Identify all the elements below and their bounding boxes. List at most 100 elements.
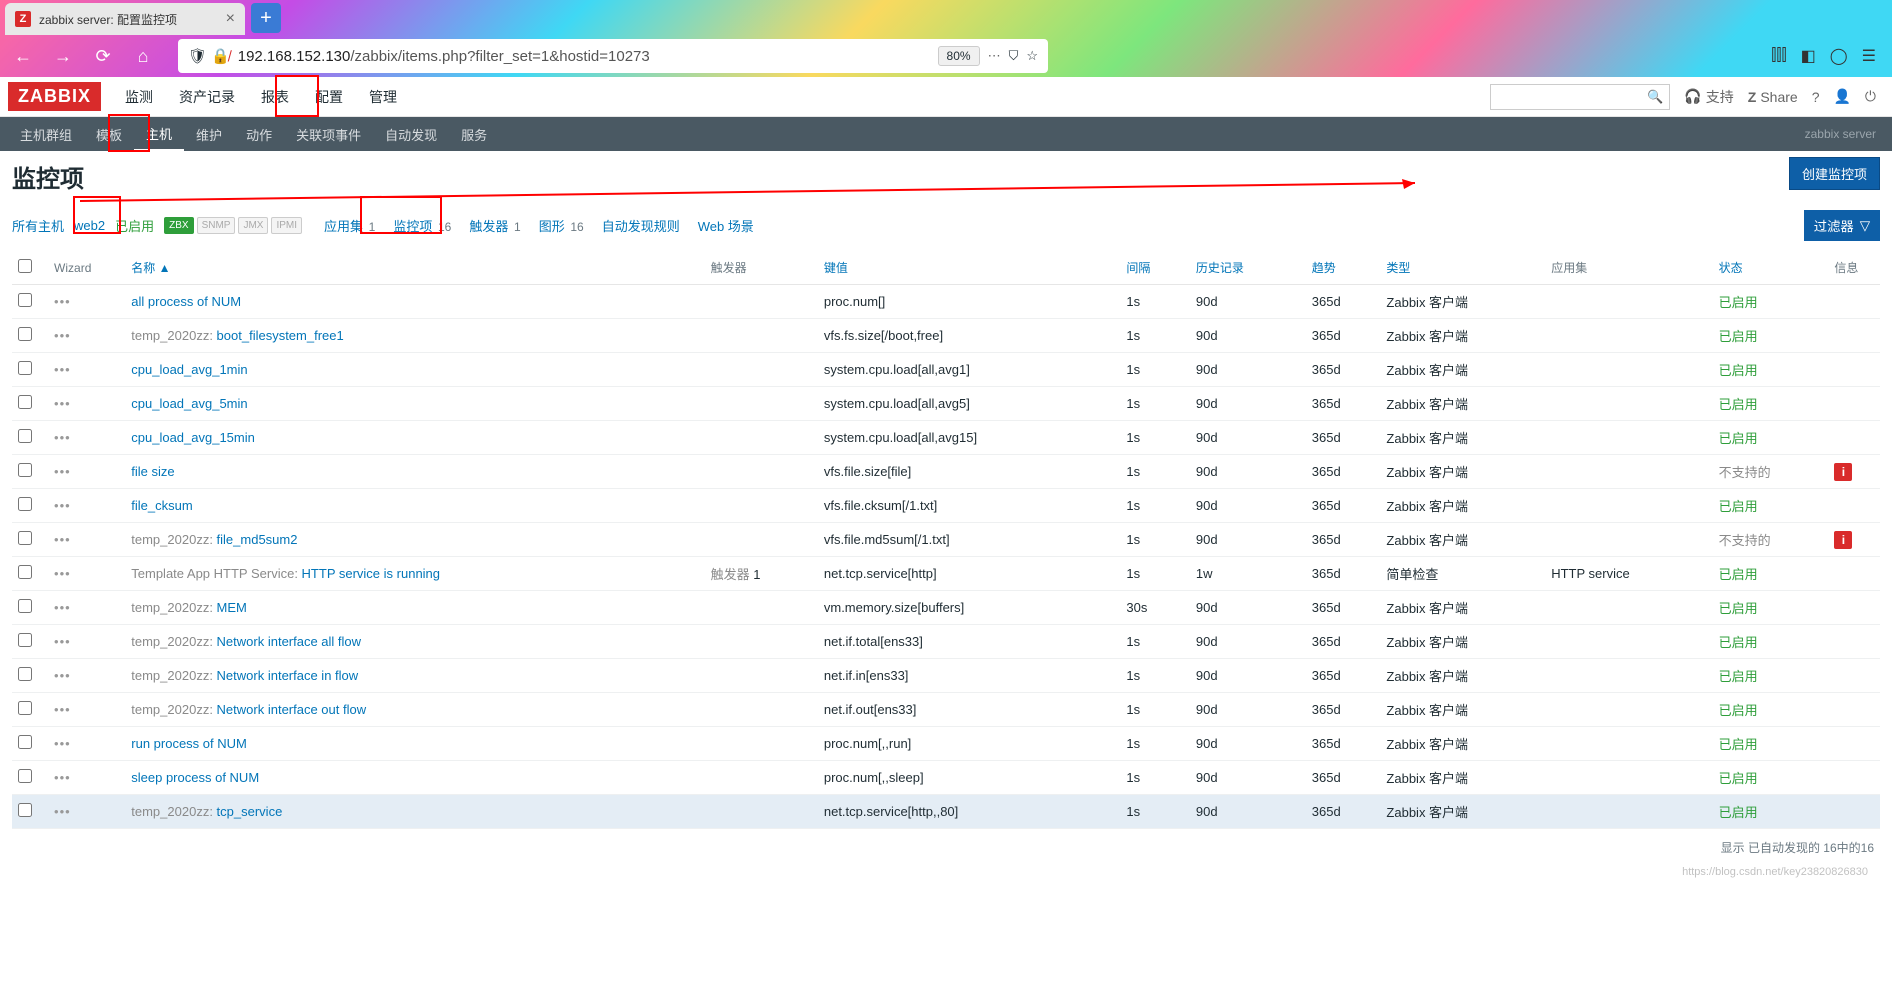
status-link[interactable]: 已启用 [1719,771,1758,786]
host-link[interactable]: web2 [74,218,105,233]
insecure-icon[interactable]: 🔒̸ [211,47,230,65]
status-link[interactable]: 已启用 [1719,295,1758,310]
back-button[interactable]: ← [8,41,38,71]
status-link[interactable]: 已启用 [1719,737,1758,752]
status-link[interactable]: 不支持的 [1719,533,1771,548]
status-link[interactable]: 已启用 [1719,431,1758,446]
item-link[interactable]: run process of NUM [131,736,247,751]
wizard-menu[interactable]: ••• [54,736,71,751]
row-checkbox[interactable] [18,395,32,409]
tab-applications[interactable]: 应用集 1 [324,216,375,235]
wizard-menu[interactable]: ••• [54,430,71,445]
shield-icon[interactable]: 🛡 [188,47,207,65]
subnav-maintenance[interactable]: 维护 [184,117,234,152]
status-link[interactable]: 已启用 [1719,499,1758,514]
item-link[interactable]: boot_filesystem_free1 [217,328,344,343]
wizard-menu[interactable]: ••• [54,702,71,717]
status-link[interactable]: 已启用 [1719,329,1758,344]
nav-inventory[interactable]: 资产记录 [167,77,247,117]
col-status[interactable]: 状态 [1719,261,1743,275]
tab-discovery[interactable]: 自动发现规则 [602,216,680,235]
item-link[interactable]: sleep process of NUM [131,770,259,785]
status-link[interactable]: 已启用 [1719,635,1758,650]
row-checkbox[interactable] [18,565,32,579]
filter-button[interactable]: 过滤器 ▽ [1804,210,1880,241]
wizard-menu[interactable]: ••• [54,770,71,785]
wizard-menu[interactable]: ••• [54,532,71,547]
library-icon[interactable]: ⫿⫿⫿ [1771,47,1786,65]
col-type[interactable]: 类型 [1386,261,1410,275]
row-checkbox[interactable] [18,701,32,715]
help-icon[interactable]: ? [1812,89,1820,105]
status-link[interactable]: 已启用 [1719,363,1758,378]
row-checkbox[interactable] [18,463,32,477]
col-history[interactable]: 历史记录 [1196,261,1244,275]
wizard-menu[interactable]: ••• [54,600,71,615]
row-checkbox[interactable] [18,361,32,375]
subnav-correlation[interactable]: 关联项事件 [284,117,373,152]
sidebar-icon[interactable]: ◧ [1801,46,1816,66]
col-interval[interactable]: 间隔 [1126,261,1150,275]
power-icon[interactable]: ⏻ [1865,88,1876,105]
tab-graphs[interactable]: 图形 16 [539,216,584,235]
item-link[interactable]: Network interface out flow [217,702,367,717]
status-link[interactable]: 已启用 [1719,669,1758,684]
row-checkbox[interactable] [18,633,32,647]
row-checkbox[interactable] [18,293,32,307]
wizard-menu[interactable]: ••• [54,464,71,479]
row-checkbox[interactable] [18,667,32,681]
pocket-icon[interactable]: ⛉ [1009,48,1019,64]
row-checkbox[interactable] [18,769,32,783]
tab-triggers[interactable]: 触发器 1 [469,216,520,235]
row-checkbox[interactable] [18,599,32,613]
reload-button[interactable]: ⟳ [88,41,118,71]
item-link[interactable]: file_cksum [131,498,192,513]
status-link[interactable]: 已启用 [1719,567,1758,582]
row-checkbox[interactable] [18,429,32,443]
create-item-button[interactable]: 创建监控项 [1789,157,1880,190]
info-icon[interactable]: i [1834,531,1852,549]
tab-items[interactable]: 监控项 16 [393,216,451,235]
subnav-hostgroups[interactable]: 主机群组 [8,117,84,152]
zabbix-logo[interactable]: ZABBIX [8,82,101,111]
row-checkbox[interactable] [18,735,32,749]
row-checkbox[interactable] [18,803,32,817]
nav-administration[interactable]: 管理 [357,77,409,117]
wizard-menu[interactable]: ••• [54,396,71,411]
share-link[interactable]: Z Share [1748,89,1798,105]
subnav-hosts[interactable]: 主机 [134,116,184,152]
item-link[interactable]: cpu_load_avg_5min [131,396,247,411]
item-link[interactable]: MEM [217,600,247,615]
menu-icon[interactable]: ☰ [1862,46,1876,66]
wizard-menu[interactable]: ••• [54,328,71,343]
subnav-templates[interactable]: 模板 [84,117,134,152]
item-link[interactable]: Network interface all flow [217,634,362,649]
row-checkbox[interactable] [18,327,32,341]
tab-web[interactable]: Web 场景 [698,216,754,235]
new-tab-button[interactable]: + [251,3,281,33]
row-checkbox[interactable] [18,497,32,511]
item-link[interactable]: file_md5sum2 [217,532,298,547]
status-link[interactable]: 已启用 [1719,703,1758,718]
col-name[interactable]: 名称 ▲ [131,261,170,275]
item-link[interactable]: tcp_service [217,804,283,819]
forward-button[interactable]: → [48,41,78,71]
subnav-discovery[interactable]: 自动发现 [373,117,449,152]
subnav-services[interactable]: 服务 [449,117,499,152]
select-all-checkbox[interactable] [18,259,32,273]
item-link[interactable]: cpu_load_avg_1min [131,362,247,377]
item-link[interactable]: HTTP service is running [302,566,440,581]
wizard-menu[interactable]: ••• [54,566,71,581]
item-link[interactable]: Network interface in flow [217,668,359,683]
status-link[interactable]: 已启用 [1719,601,1758,616]
all-hosts-link[interactable]: 所有主机 [12,216,64,235]
url-bar[interactable]: 🛡 🔒̸ 192.168.152.130/zabbix/items.php?fi… [178,39,1048,73]
item-link[interactable]: file size [131,464,174,479]
bookmark-icon[interactable]: ☆ [1026,48,1038,64]
wizard-menu[interactable]: ••• [54,498,71,513]
browser-tab[interactable]: Z zabbix server: 配置监控项 × [5,3,245,35]
status-link[interactable]: 已启用 [1719,397,1758,412]
wizard-menu[interactable]: ••• [54,668,71,683]
nav-reports[interactable]: 报表 [249,77,301,117]
close-icon[interactable]: × [226,10,235,28]
